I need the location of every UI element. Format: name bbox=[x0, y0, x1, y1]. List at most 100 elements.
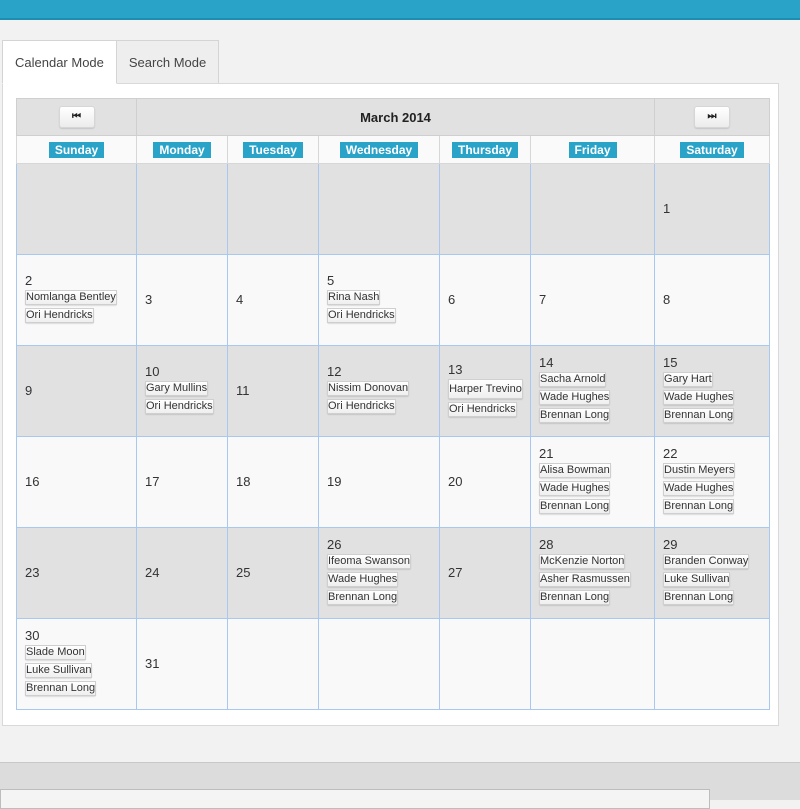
appointment-button[interactable]: Brennan Long bbox=[539, 408, 611, 423]
appointment-button[interactable]: Gary Hart bbox=[663, 372, 713, 387]
appointment-button[interactable]: Wade Hughes bbox=[327, 572, 399, 587]
calendar-day-cell[interactable]: 13 Harper Trevino Ori Hendricks bbox=[439, 345, 531, 437]
appointment-button[interactable]: Ifeoma Swanson bbox=[327, 554, 411, 569]
day-number: 23 bbox=[25, 565, 40, 580]
appointment-button[interactable]: Wade Hughes bbox=[663, 481, 735, 496]
calendar-day-cell bbox=[529, 163, 656, 255]
calendar-day-cell[interactable]: 29 Branden Conway Luke Sullivan Brennan Lon… bbox=[654, 527, 771, 619]
tab-search-mode[interactable]: Search Mode bbox=[116, 40, 220, 84]
prev-month-button[interactable]: ⏮ bbox=[58, 106, 95, 128]
calendar-day-cell bbox=[439, 618, 531, 710]
appointment-button[interactable]: Wade Hughes bbox=[663, 390, 735, 405]
days-of-week-row: Sunday Monday Tuesday Wednesday Thursday… bbox=[16, 135, 771, 164]
appointment-button[interactable]: Nissim Donovan bbox=[327, 381, 410, 396]
appointment-button[interactable]: Brennan Long bbox=[539, 590, 611, 605]
tab-calendar-mode[interactable]: Calendar Mode bbox=[2, 40, 117, 84]
day-number: 16 bbox=[25, 474, 40, 489]
day-number: 8 bbox=[663, 292, 671, 307]
calendar-day-cell bbox=[654, 618, 771, 710]
appointment-button[interactable]: McKenzie Norton bbox=[539, 554, 626, 569]
day-number: 20 bbox=[448, 474, 463, 489]
dow-thursday: Thursday bbox=[451, 141, 518, 158]
appointment-button[interactable]: Ori Hendricks bbox=[145, 399, 214, 414]
calendar-day-cell bbox=[318, 618, 440, 710]
day-number: 4 bbox=[236, 292, 244, 307]
calendar-day-cell[interactable]: 27 bbox=[439, 527, 531, 619]
appointment-button[interactable]: Gary Mullins bbox=[145, 381, 209, 396]
calendar-day-cell[interactable]: 14 Sacha Arnold Wade Hughes Brennan Long bbox=[529, 345, 656, 437]
appointment-button[interactable]: Asher Rasmussen bbox=[539, 572, 631, 587]
calendar-day-cell[interactable]: 28 McKenzie Norton Asher Rasmussen Brennan … bbox=[529, 527, 656, 619]
day-number: 27 bbox=[448, 565, 463, 580]
day-number: 5 bbox=[327, 273, 335, 288]
calendar-day-cell[interactable]: 2 Nomlanga Bentley Ori Hendricks bbox=[16, 254, 137, 346]
calendar-day-cell[interactable]: 21 Alisa Bowman Wade Hughes Brennan Long bbox=[529, 436, 656, 528]
day-number: 11 bbox=[236, 383, 250, 398]
calendar-day-cell[interactable]: 26 Ifeoma Swanson Wade Hughes Brennan Long bbox=[318, 527, 440, 619]
appointment-button[interactable]: Branden Conway bbox=[663, 554, 750, 569]
appointment-button[interactable]: Rina Nash bbox=[327, 290, 381, 305]
calendar-day-cell[interactable]: 22 Dustin Meyers Wade Hughes Brennan Long bbox=[654, 436, 771, 528]
calendar-day-cell[interactable]: 23 bbox=[16, 527, 137, 619]
day-number: 22 bbox=[663, 446, 678, 461]
calendar-day-cell[interactable]: 9 bbox=[16, 345, 137, 437]
day-number: 1 bbox=[663, 201, 671, 216]
calendar-day-cell[interactable]: 11 bbox=[227, 345, 319, 437]
appointment-button[interactable]: Nomlanga Bentley bbox=[25, 290, 117, 305]
appointment-button[interactable]: Ori Hendricks bbox=[448, 401, 517, 417]
day-number: 14 bbox=[539, 355, 554, 370]
appointment-button[interactable]: Brennan Long bbox=[25, 681, 97, 696]
calendar-day-cell[interactable]: 16 bbox=[16, 436, 137, 528]
calendar-day-cell[interactable]: 15 Gary Hart Wade Hughes Brennan Long bbox=[654, 345, 771, 437]
calendar-day-cell[interactable]: 17 bbox=[136, 436, 228, 528]
calendar-day-cell bbox=[318, 163, 440, 255]
day-number: 19 bbox=[327, 474, 342, 489]
appointment-button[interactable]: Ori Hendricks bbox=[25, 308, 94, 323]
appointment-button[interactable]: Wade Hughes bbox=[539, 481, 611, 496]
appointment-button[interactable]: Brennan Long bbox=[663, 408, 735, 423]
calendar-day-cell[interactable]: 5 Rina Nash Ori Hendricks bbox=[318, 254, 440, 346]
appointment-button[interactable]: Sacha Arnold bbox=[539, 372, 607, 387]
appointment-button[interactable]: Brennan Long bbox=[663, 499, 735, 514]
calendar-day-cell bbox=[136, 163, 228, 255]
appointment-button[interactable]: Ori Hendricks bbox=[327, 399, 396, 414]
calendar-day-cell[interactable]: 8 bbox=[654, 254, 771, 346]
appointment-button[interactable]: Brennan Long bbox=[663, 590, 735, 605]
calendar-day-cell[interactable]: 20 bbox=[439, 436, 531, 528]
skip-previous-icon: ⏮ bbox=[72, 111, 81, 122]
calendar-day-cell[interactable]: 3 bbox=[136, 254, 228, 346]
appointment-button[interactable]: Luke Sullivan bbox=[25, 663, 93, 678]
calendar-day-cell[interactable]: 6 bbox=[439, 254, 531, 346]
next-cell: ⏭ bbox=[654, 98, 771, 136]
calendar-day-cell[interactable]: 10 Gary Mullins Ori Hendricks bbox=[136, 345, 228, 437]
dow-monday: Monday bbox=[153, 141, 211, 158]
calendar-day-cell[interactable]: 31 bbox=[136, 618, 228, 710]
calendar-day-cell[interactable]: 18 bbox=[227, 436, 319, 528]
appointment-button[interactable]: Dustin Meyers bbox=[663, 463, 736, 478]
appointment-button[interactable]: Harper Trevino bbox=[448, 378, 523, 399]
day-number: 3 bbox=[145, 292, 153, 307]
calendar-day-cell[interactable]: 19 bbox=[318, 436, 440, 528]
calendar-day-cell[interactable]: 12 Nissim Donovan Ori Hendricks bbox=[318, 345, 440, 437]
calendar-week-row: 2 Nomlanga Bentley Ori Hendricks 3 4 5 Rina Na… bbox=[16, 254, 771, 346]
day-number: 31 bbox=[145, 656, 160, 671]
calendar-day-cell[interactable]: 4 bbox=[227, 254, 319, 346]
calendar-day-cell[interactable]: 30 Slade Moon Luke Sullivan Brennan Long bbox=[16, 618, 137, 710]
calendar-day-cell[interactable]: 24 bbox=[136, 527, 228, 619]
appointment-button[interactable]: Brennan Long bbox=[327, 590, 399, 605]
appointment-button[interactable]: Slade Moon bbox=[25, 645, 86, 660]
calendar-day-cell[interactable]: 7 bbox=[529, 254, 656, 346]
calendar-day-cell[interactable]: 25 bbox=[227, 527, 319, 619]
appointment-button[interactable]: Luke Sullivan bbox=[663, 572, 731, 587]
calendar-header-row: ⏮ March 2014 ⏭ bbox=[16, 98, 771, 136]
day-number: 9 bbox=[25, 383, 33, 398]
next-month-button[interactable]: ⏭ bbox=[694, 106, 731, 128]
day-number: 29 bbox=[663, 537, 678, 552]
calendar-day-cell bbox=[16, 163, 137, 255]
calendar-day-cell bbox=[227, 163, 319, 255]
appointment-button[interactable]: Alisa Bowman bbox=[539, 463, 611, 478]
calendar-day-cell[interactable]: 1 bbox=[654, 163, 771, 255]
appointment-button[interactable]: Wade Hughes bbox=[539, 390, 611, 405]
appointment-button[interactable]: Ori Hendricks bbox=[327, 308, 396, 323]
appointment-button[interactable]: Brennan Long bbox=[539, 499, 611, 514]
